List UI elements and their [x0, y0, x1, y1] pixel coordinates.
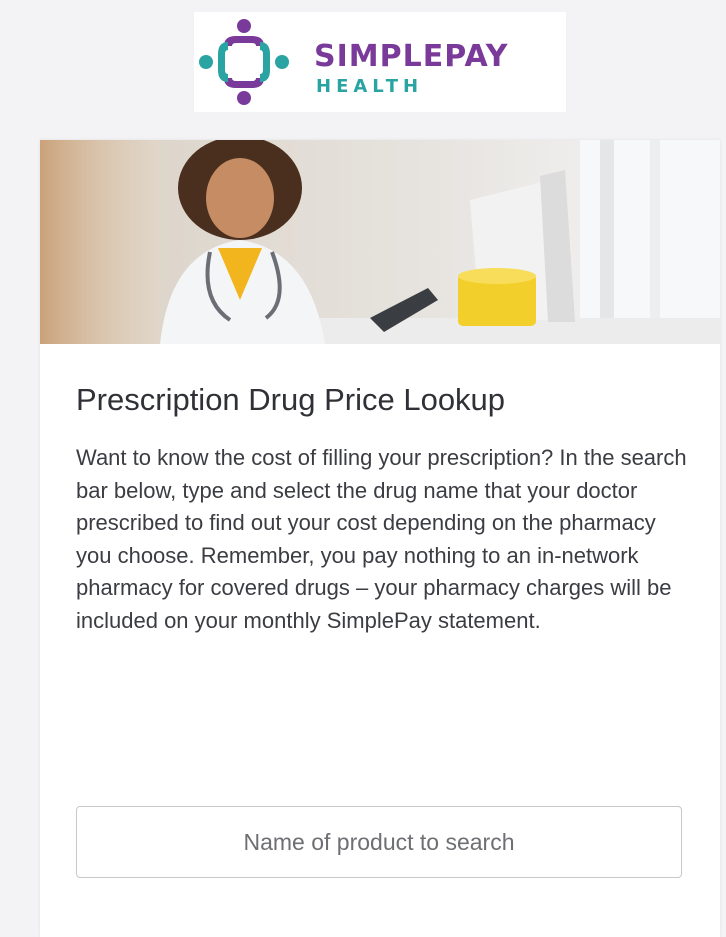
- page-title: Prescription Drug Price Lookup: [76, 382, 506, 417]
- brand-logo: SIMPLEPAY HEALTH: [194, 12, 566, 112]
- brand-subname: HEALTH: [316, 76, 424, 97]
- four-people-circle-logo-icon: [199, 19, 289, 105]
- drug-search-input[interactable]: [76, 806, 682, 878]
- brand-name: SIMPLEPAY: [314, 39, 509, 74]
- hero-illustration: [40, 140, 720, 344]
- page-description: Want to know the cost of filling your pr…: [76, 445, 687, 633]
- doctor-smiling-photo: [40, 140, 720, 344]
- lookup-card: Prescription Drug Price Lookup Want to k…: [40, 140, 720, 937]
